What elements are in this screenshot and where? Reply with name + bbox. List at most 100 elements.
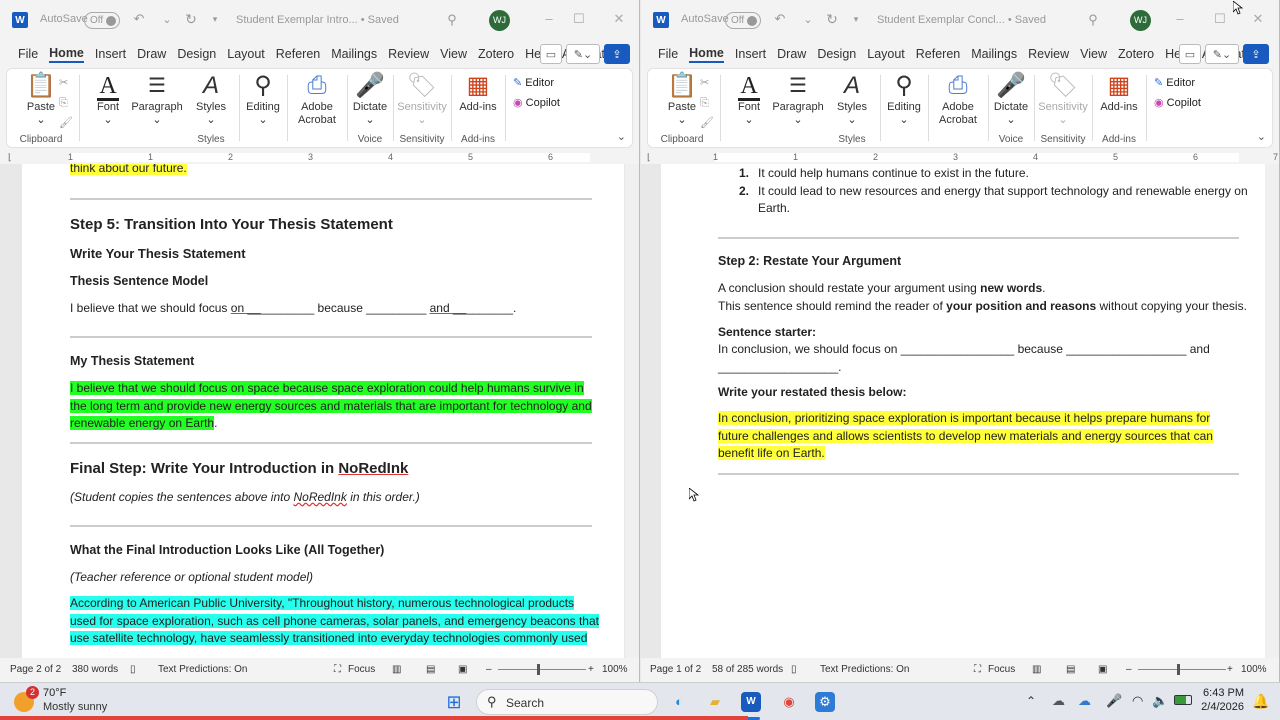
- acrobat-label[interactable]: Acrobat: [289, 114, 345, 127]
- adobe-label[interactable]: Adobe: [289, 101, 345, 114]
- adobe-acrobat-group[interactable]: ⎙ Adobe Acrobat: [289, 71, 345, 147]
- cut-copy-format-icons[interactable]: ✂ ⎘ 🖌: [59, 73, 73, 133]
- menu-tab-insert[interactable]: Insert: [95, 47, 126, 61]
- vertical-scrollbar[interactable]: [625, 164, 639, 658]
- minimize-icon[interactable]: –: [540, 10, 558, 28]
- menu-tab-layout[interactable]: Layout: [867, 47, 905, 61]
- menu-tab-view[interactable]: View: [440, 47, 467, 61]
- page-indicator[interactable]: Page 2 of 2: [10, 664, 61, 675]
- text-predictions[interactable]: Text Predictions: On: [820, 664, 909, 675]
- zoom-slider-track[interactable]: [1138, 669, 1226, 670]
- copilot-button[interactable]: ◉ Copilot: [513, 93, 560, 113]
- menu-tab-review[interactable]: Review: [1028, 47, 1069, 61]
- adobe-acrobat-icon[interactable]: ⎙: [930, 71, 986, 101]
- undo-icon[interactable]: ↶: [132, 11, 146, 26]
- editing-group[interactable]: ⚲ Editing ⌄: [882, 71, 926, 147]
- styles-label[interactable]: Styles: [189, 101, 233, 114]
- settings-app-icon[interactable]: ⚙: [815, 692, 835, 712]
- editing-search-icon[interactable]: ⚲: [241, 71, 285, 101]
- minimize-icon[interactable]: –: [1171, 10, 1189, 28]
- menu-tab-zotero[interactable]: Zotero: [1118, 47, 1154, 61]
- sensitivity-group[interactable]: 🏷 Sensitivity ⌄ Sensitivity: [395, 71, 449, 147]
- customize-toolbar-icon[interactable]: ▾: [851, 12, 861, 26]
- taskbar-search-box[interactable]: ⚲ Search: [476, 689, 658, 715]
- menu-tab-referen[interactable]: Referen: [276, 47, 320, 61]
- share-icon[interactable]: ⇪: [1243, 44, 1269, 64]
- cut-copy-format-icons[interactable]: ✂ ⎘ 🖌: [700, 73, 714, 133]
- adobe-acrobat-group[interactable]: ⎙ Adobe Acrobat: [930, 71, 986, 147]
- undo-icon[interactable]: ↶: [773, 11, 787, 26]
- vertical-scrollbar[interactable]: [1265, 164, 1279, 658]
- addins-group[interactable]: ▦ Add-ins Add-ins: [453, 71, 503, 147]
- clock-date[interactable]: 2/4/2026: [1198, 701, 1244, 713]
- sensitivity-chevron-icon[interactable]: ⌄: [1036, 114, 1090, 127]
- zoom-out-icon[interactable]: –: [486, 664, 492, 675]
- edge-icon[interactable]: ◐: [669, 692, 689, 712]
- menu-tab-design[interactable]: Design: [817, 47, 856, 61]
- document-page[interactable]: think about our future. Step 5: Transiti…: [22, 164, 624, 658]
- read-mode-icon[interactable]: ▥: [392, 664, 401, 675]
- zoom-level[interactable]: 100%: [1241, 664, 1267, 675]
- word-taskbar-icon[interactable]: W: [741, 692, 761, 712]
- sensitivity-chevron-icon[interactable]: ⌄: [395, 114, 449, 127]
- sensitivity-label[interactable]: Sensitivity: [395, 101, 449, 114]
- paragraph-group[interactable]: ☰ Paragraph ⌄: [127, 71, 187, 147]
- focus-icon[interactable]: ⛶: [334, 664, 341, 675]
- microphone-icon[interactable]: 🎤: [349, 71, 391, 101]
- comments-icon[interactable]: ▭: [540, 44, 562, 64]
- font-group[interactable]: A Font ⌄: [726, 71, 772, 147]
- menu-tab-zotero[interactable]: Zotero: [478, 47, 514, 61]
- print-layout-icon[interactable]: ▤: [426, 664, 435, 675]
- editing-group[interactable]: ⚲ Editing ⌄: [241, 71, 285, 147]
- dictate-label[interactable]: Dictate: [990, 101, 1032, 114]
- document-title[interactable]: Student Exemplar Concl... • Saved: [877, 14, 1046, 26]
- copilot-button[interactable]: ◉ Copilot: [1154, 93, 1201, 113]
- editing-mode-icon[interactable]: ✎⌄: [566, 44, 600, 64]
- tab-stop-icon[interactable]: ⌊: [647, 152, 651, 163]
- dictate-label[interactable]: Dictate: [349, 101, 391, 114]
- avatar[interactable]: WJ: [1130, 10, 1151, 31]
- word-count[interactable]: 380 words: [72, 664, 118, 675]
- menu-tab-home[interactable]: Home: [49, 46, 84, 63]
- styles-group[interactable]: A Styles ⌄ Styles: [830, 71, 874, 147]
- editing-label[interactable]: Editing: [882, 101, 926, 114]
- editor-button[interactable]: ✎ Editor: [513, 73, 560, 93]
- proofing-icon[interactable]: ▯: [791, 664, 797, 675]
- font-label[interactable]: Font: [85, 101, 131, 114]
- print-layout-icon[interactable]: ▤: [1066, 664, 1075, 675]
- word-count[interactable]: 58 of 285 words: [712, 664, 783, 675]
- menu-tab-review[interactable]: Review: [388, 47, 429, 61]
- read-mode-icon[interactable]: ▥: [1032, 664, 1041, 675]
- adobe-label[interactable]: Adobe: [930, 101, 986, 114]
- addins-group[interactable]: ▦ Add-ins Add-ins: [1094, 71, 1144, 147]
- addins-label[interactable]: Add-ins: [1094, 101, 1144, 114]
- paragraph-icon[interactable]: ☰: [127, 71, 187, 101]
- focus-icon[interactable]: ⛶: [974, 664, 981, 675]
- font-chevron-icon[interactable]: ⌄: [726, 114, 772, 127]
- notifications-icon[interactable]: 🔔: [1252, 693, 1269, 710]
- close-icon[interactable]: ✕: [1249, 10, 1267, 28]
- browser-icon[interactable]: ◉: [779, 692, 799, 712]
- font-chevron-icon[interactable]: ⌄: [85, 114, 131, 127]
- proofing-icon[interactable]: ▯: [130, 664, 136, 675]
- search-icon[interactable]: ⚲: [444, 12, 460, 28]
- styles-label[interactable]: Styles: [830, 101, 874, 114]
- maximize-icon[interactable]: ☐: [1211, 10, 1229, 28]
- voice-group[interactable]: 🎤 Dictate ⌄ Voice: [990, 71, 1032, 147]
- editor-button[interactable]: ✎ Editor: [1154, 73, 1201, 93]
- font-group[interactable]: A Font ⌄: [85, 71, 131, 147]
- weather-condition[interactable]: Mostly sunny: [43, 701, 107, 713]
- zoom-slider-knob[interactable]: [537, 664, 540, 675]
- voice-group[interactable]: 🎤 Dictate ⌄ Voice: [349, 71, 391, 147]
- editing-chevron-icon[interactable]: ⌄: [241, 114, 285, 127]
- undo-dropdown-icon[interactable]: ⌄: [160, 12, 174, 26]
- dictate-chevron-icon[interactable]: ⌄: [349, 114, 391, 127]
- menu-tab-home[interactable]: Home: [689, 46, 724, 63]
- sensitivity-label[interactable]: Sensitivity: [1036, 101, 1090, 114]
- volume-icon[interactable]: 🔈: [1152, 693, 1168, 709]
- styles-icon[interactable]: A: [830, 71, 874, 101]
- comments-icon[interactable]: ▭: [1179, 44, 1201, 64]
- close-icon[interactable]: ✕: [610, 10, 628, 28]
- addins-grid-icon[interactable]: ▦: [453, 71, 503, 101]
- paragraph-group[interactable]: ☰ Paragraph ⌄: [768, 71, 828, 147]
